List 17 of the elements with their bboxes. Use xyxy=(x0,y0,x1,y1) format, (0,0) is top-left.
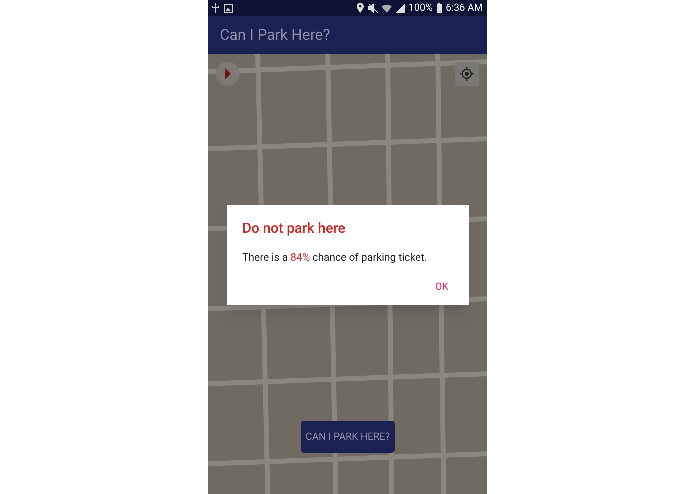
image-icon xyxy=(224,4,233,12)
usb-icon xyxy=(212,3,220,13)
clock: 6:36 AM xyxy=(446,2,483,16)
compass-icon xyxy=(223,68,233,80)
signal-icon xyxy=(396,4,405,12)
wifi-icon xyxy=(382,4,392,12)
battery-percent: 100% xyxy=(408,2,433,16)
battery-icon xyxy=(436,3,442,13)
location-button[interactable] xyxy=(455,62,479,86)
can-i-park-button[interactable]: CAN I PARK HERE? xyxy=(301,421,395,453)
dialog-message: There is a 84% chance of parking ticket. xyxy=(242,250,428,266)
mute-icon xyxy=(368,4,378,12)
ok-button[interactable]: OK xyxy=(431,280,452,295)
app-title: Can I Park Here? xyxy=(220,24,330,46)
location-icon xyxy=(356,3,364,13)
dialog-title: Do not park here xyxy=(242,220,347,239)
my-location-icon xyxy=(460,67,474,81)
